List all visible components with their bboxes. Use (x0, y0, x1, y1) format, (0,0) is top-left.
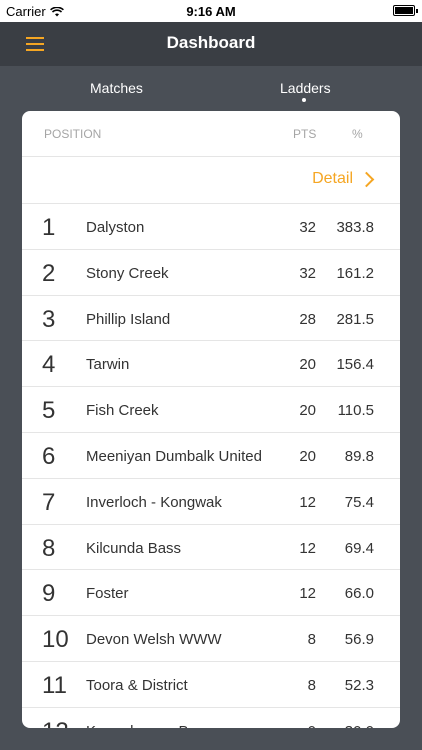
ladder-position: 12 (42, 718, 69, 728)
team-points: 0 (284, 723, 316, 728)
column-header-pts: PTS (293, 127, 317, 141)
team-points: 8 (307, 631, 316, 649)
navigation-bar: Dashboard (0, 22, 422, 66)
team-name: Tarwin (86, 356, 130, 374)
team-points: 28 (299, 310, 316, 328)
battery-icon (393, 5, 415, 16)
team-percentage: 161.2 (336, 264, 374, 282)
ladder-row[interactable]: 7 Inverloch - Kongwak 12 75.4 (22, 479, 400, 525)
team-name: Fish Creek (86, 402, 159, 420)
detail-button[interactable]: Detail (312, 170, 375, 188)
ladder-position: 10 (42, 626, 69, 654)
team-percentage: 156.4 (336, 356, 374, 374)
ladder-row[interactable]: 1 Dalyston 32 383.8 (22, 204, 400, 250)
battery-tip (416, 9, 418, 13)
ladder-header: POSITION PTS % (22, 111, 400, 157)
ladder-position: 6 (42, 442, 56, 470)
status-time: 9:16 AM (186, 4, 236, 19)
ladder-position: 8 (42, 534, 56, 562)
ladder-row[interactable]: 10 Devon Welsh WWW 8 56.9 (22, 616, 400, 662)
column-header-position: POSITION (44, 127, 102, 141)
ladder-position: 2 (42, 259, 56, 287)
team-points: 20 (299, 447, 316, 465)
team-name: Dalyston (86, 219, 145, 236)
team-percentage: 66.0 (344, 585, 374, 603)
team-points: 32 (299, 264, 316, 282)
detail-label: Detail (312, 170, 353, 187)
detail-row: Detail (22, 157, 400, 204)
team-percentage: 383.8 (336, 219, 374, 236)
ladder-position: 11 (42, 671, 67, 699)
team-percentage: 281.5 (336, 310, 374, 328)
team-points: 20 (299, 356, 316, 374)
team-points: 12 (299, 539, 316, 557)
ladder-row[interactable]: 8 Kilcunda Bass 12 69.4 (22, 525, 400, 571)
team-percentage: 69.4 (344, 539, 374, 557)
team-name: Phillip Island (86, 310, 171, 328)
team-percentage: 75.4 (344, 493, 374, 511)
ladder-row[interactable]: 9 Foster 12 66.0 (22, 570, 400, 617)
ladder-row[interactable]: 5 Fish Creek 20 110.5 (22, 387, 400, 433)
team-percentage: 30.0 (334, 723, 374, 728)
team-points: 20 (299, 402, 316, 420)
ladder-position: 4 (42, 351, 56, 379)
ladder-row[interactable]: 6 Meeniyan Dumbalk United 20 89.8 (22, 433, 400, 479)
team-name: Foster (86, 585, 129, 603)
team-percentage: 110.5 (337, 402, 374, 420)
team-percentage: 52.3 (344, 676, 374, 694)
team-percentage: 89.8 (344, 447, 374, 465)
tab-ladders[interactable]: Ladders (280, 80, 331, 96)
team-name: Devon Welsh WWW (86, 631, 222, 649)
team-points: 12 (299, 585, 316, 603)
team-name: Kilcunda Bass (86, 539, 182, 557)
tab-matches[interactable]: Matches (90, 80, 143, 96)
chevron-right-icon (358, 171, 375, 187)
active-tab-indicator (302, 98, 306, 102)
team-name: Stony Creek (86, 264, 169, 282)
team-points: 12 (299, 493, 316, 511)
ladder-card: POSITION PTS % Detail 1 Dalyston 32 383.8 2 S… (22, 111, 400, 728)
ladder-list: 1 Dalyston 32 383.8 2 Stony Creek 32 161.2 3 Phil… (22, 204, 400, 728)
ladder-row[interactable]: 12 Korumburra - Bena 0 30.0 (22, 708, 400, 728)
team-name: Meeniyan Dumbalk United (86, 447, 262, 465)
team-percentage: 56.9 (344, 631, 374, 649)
ladder-row[interactable]: 3 Phillip Island 28 281.5 (22, 296, 400, 342)
ladder-position: 5 (42, 397, 56, 425)
ladder-row[interactable]: 4 Tarwin 20 156.4 (22, 341, 400, 388)
team-name: Inverloch - Kongwak (86, 493, 222, 511)
ladder-position: 3 (42, 305, 56, 333)
segment-tabs: Matches Ladders (0, 66, 422, 110)
ladder-row[interactable]: 2 Stony Creek 32 161.2 (22, 250, 400, 296)
status-bar: Carrier 9:16 AM (0, 0, 422, 22)
column-header-percent: % (352, 127, 363, 141)
page-title: Dashboard (166, 33, 256, 52)
team-name: Korumburra - Bena (86, 723, 214, 728)
team-points: 8 (307, 676, 316, 694)
ladder-row[interactable]: 11 Toora & District 8 52.3 (22, 662, 400, 708)
ladder-position: 7 (42, 488, 56, 516)
team-points: 32 (299, 219, 316, 236)
ladder-position: 9 (42, 580, 56, 608)
team-name: Toora & District (86, 676, 188, 694)
ladder-position: 1 (42, 214, 56, 241)
